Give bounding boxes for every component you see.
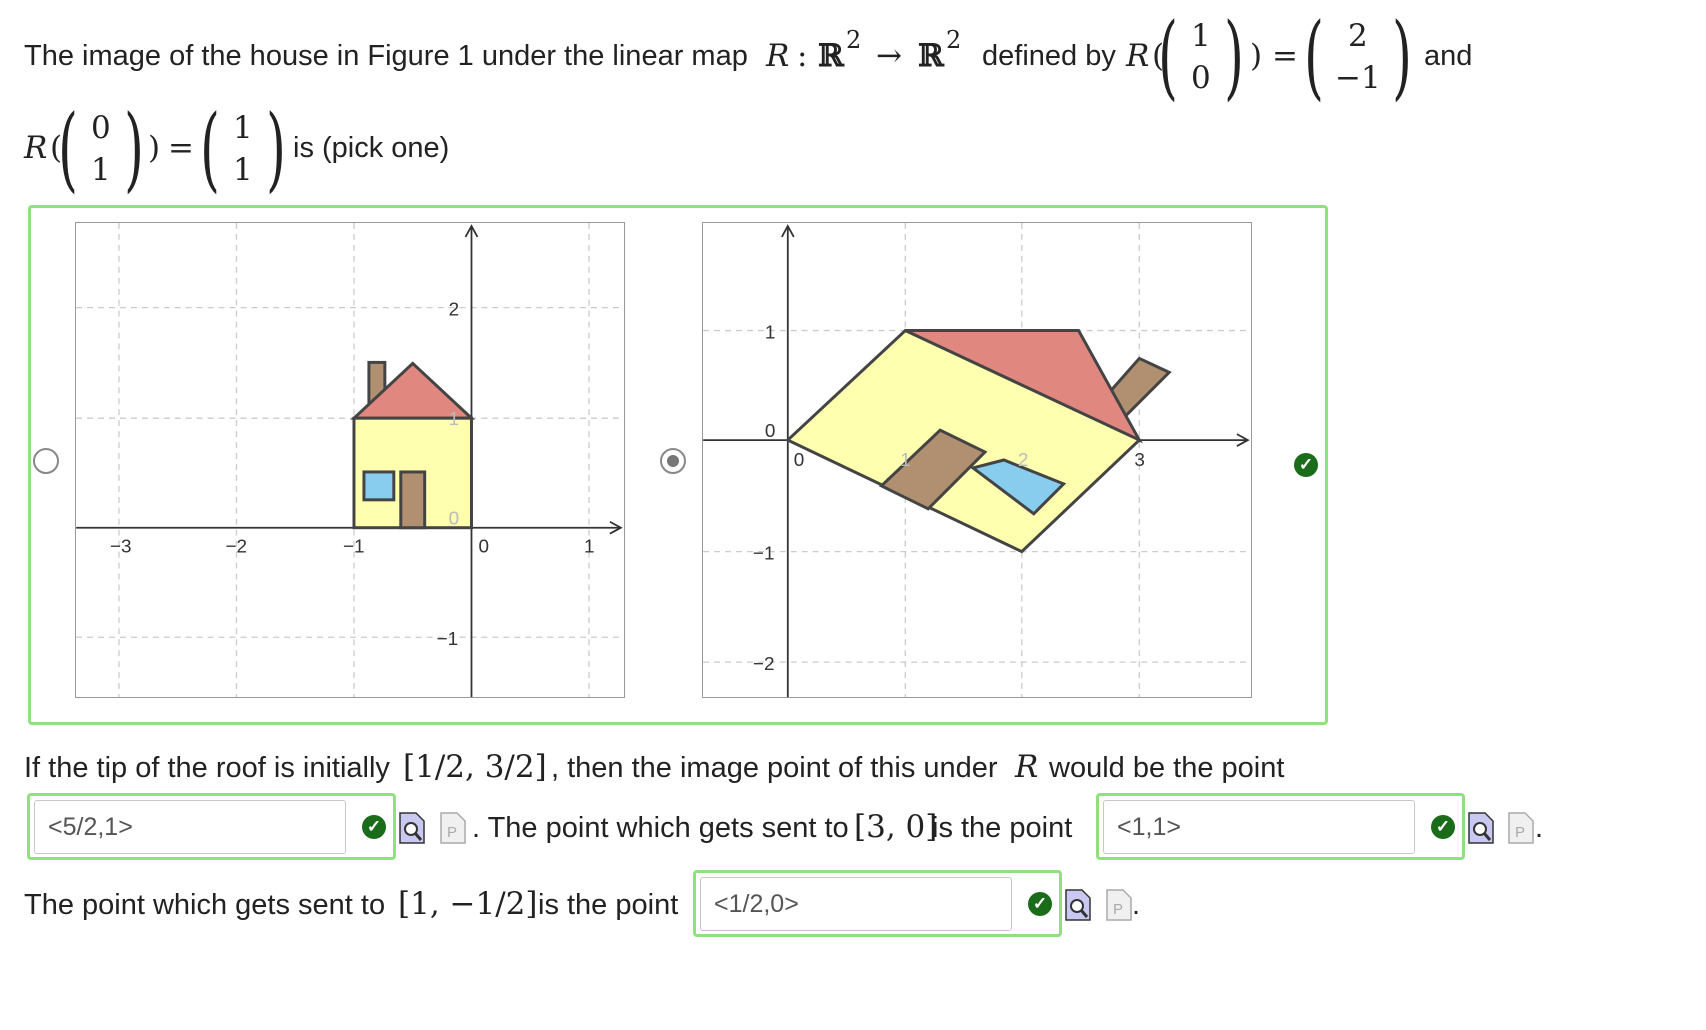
vector-entry: 0 (91, 110, 111, 146)
svg-text:P: P (447, 824, 457, 841)
vector-entry: 2 (1348, 18, 1368, 54)
is-the-point-text-2: is the point (538, 889, 679, 921)
y-tick-label: 0 (765, 421, 776, 442)
answer3-input[interactable]: <1/2,0> (700, 877, 1012, 931)
x-tick-label: 3 (1134, 450, 1145, 471)
answer1-input[interactable]: <5/2,1> (34, 800, 346, 854)
answer1-check-icon: ✓ (362, 815, 386, 839)
y-tick-label: −1 (753, 544, 775, 565)
y-tick-label: 1 (449, 409, 460, 430)
y-tick-label: −1 (437, 629, 459, 650)
vector-entry: 0 (1191, 60, 1211, 96)
x-tick-label: −3 (110, 537, 132, 558)
target-point-c: [1, −1/2] (398, 886, 538, 922)
vector-entry: 1 (233, 152, 253, 188)
defined-by-text: defined by (982, 40, 1116, 72)
roof-tip-point: [1/2, 3/2] (403, 749, 547, 785)
and-text: and (1424, 40, 1473, 72)
preview-icon[interactable] (1468, 812, 1494, 844)
x-tick-label: 1 (584, 537, 595, 558)
map-colon: : (797, 38, 808, 74)
close-call-paren-2: ) (148, 130, 161, 166)
domain-exponent: 2 (846, 26, 862, 54)
map-arrow: → (876, 38, 902, 74)
would-be-text: would be the point (1049, 752, 1285, 784)
vector-e1-input: ( 10 ) (1158, 3, 1244, 110)
answer2-input[interactable]: <1,1> (1103, 800, 1415, 854)
sent-to-text: . The point which gets sent to (472, 812, 849, 844)
y-tick-label: 2 (449, 300, 460, 321)
pick-one-text: is (pick one) (293, 132, 450, 164)
codomain-symbol: ℝ (918, 38, 944, 74)
y-tick-label: 1 (765, 323, 776, 344)
choice-radio-right[interactable] (660, 448, 686, 474)
x-tick-label: 1 (900, 450, 911, 471)
axes-left (76, 224, 623, 697)
question-intro: The image of the house in Figure 1 under… (24, 40, 748, 72)
domain-symbol: ℝ (818, 38, 844, 74)
preview-icon[interactable] (399, 812, 425, 844)
answer3-check-icon: ✓ (1028, 892, 1052, 916)
y-tick-label: −2 (753, 654, 775, 675)
vector-entry: 1 (233, 110, 253, 146)
period: . (1535, 812, 1544, 844)
house-plot-right: 0 1 2 3 1 0 −1 −2 (702, 222, 1252, 698)
vector-entry: 1 (1191, 18, 1211, 54)
svg-text:P: P (1515, 824, 1525, 841)
vector-entry: −1 (1335, 60, 1381, 96)
x-tick-label: 2 (1018, 450, 1029, 471)
close-call-paren: ) (1250, 38, 1263, 74)
map-symbol-2: R (1126, 38, 1150, 74)
equals-sign: = (1272, 38, 1298, 74)
svg-text:P: P (1113, 901, 1123, 918)
map-symbol-3: R (24, 130, 48, 166)
map-symbol-4: R (1015, 749, 1039, 785)
problem-file-icon[interactable]: P (1508, 812, 1534, 844)
vector-e1-output: ( 2 −1 ) (1304, 3, 1412, 110)
image-sentence: , then the image point of this under (551, 752, 998, 784)
y-tick-label: 0 (449, 509, 460, 530)
vector-e2-output: ( 11 ) (200, 95, 286, 202)
x-tick-label: −2 (226, 537, 248, 558)
door (399, 470, 427, 530)
problem-file-icon[interactable]: P (440, 812, 466, 844)
x-tick-label: 0 (794, 450, 805, 471)
is-the-point-text: is the point (932, 812, 1073, 844)
house-plot-left: −3 −2 −1 0 1 2 1 0 −1 (75, 222, 625, 698)
grid-left (76, 223, 624, 697)
choice-radio-left[interactable] (33, 448, 59, 474)
map-symbol: R (766, 38, 790, 74)
codomain-exponent: 2 (946, 26, 962, 54)
period-2: . (1132, 889, 1141, 921)
answer2-check-icon: ✓ (1431, 815, 1455, 839)
correct-check-icon: ✓ (1294, 453, 1318, 477)
window (362, 470, 396, 502)
x-tick-label: 0 (478, 537, 489, 558)
vector-e2-input: ( 01 ) (58, 95, 144, 202)
x-tick-label: −1 (343, 537, 365, 558)
problem-file-icon[interactable]: P (1106, 889, 1132, 921)
roof-tip-sentence: If the tip of the roof is initially (24, 752, 390, 784)
preview-icon[interactable] (1065, 889, 1091, 921)
target-point-b: [3, 0] (854, 809, 938, 845)
equals-sign-2: = (168, 130, 194, 166)
vector-entry: 1 (91, 152, 111, 188)
sent-to-text-2: The point which gets sent to (24, 889, 386, 921)
